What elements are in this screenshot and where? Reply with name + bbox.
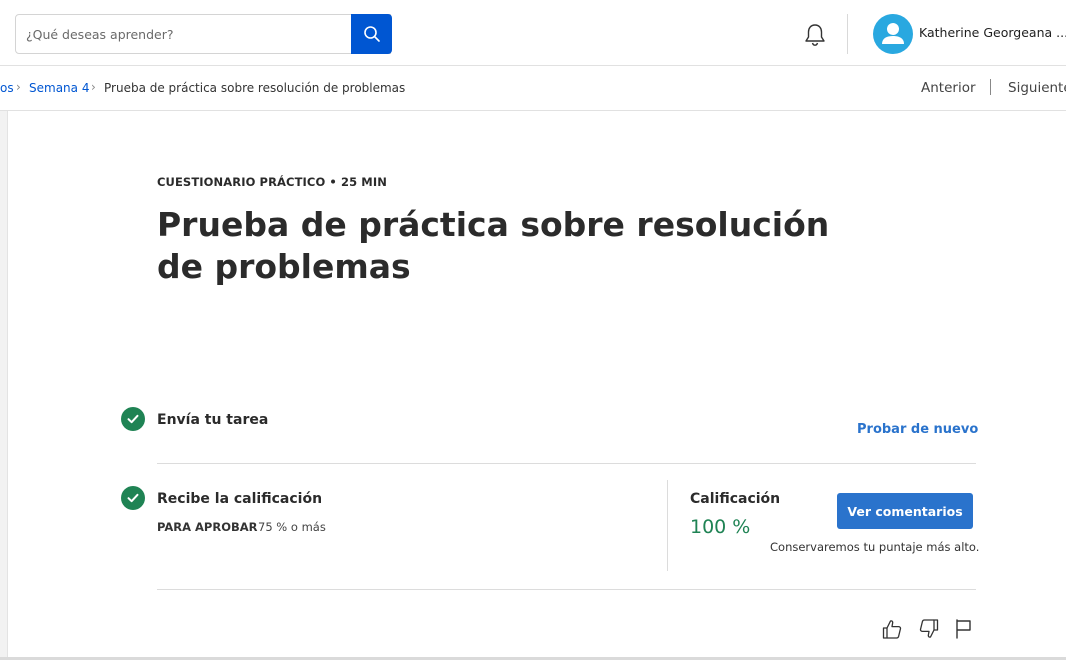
breadcrumb-item-current: Prueba de práctica sobre resolución de p… xyxy=(104,81,406,95)
header-divider xyxy=(847,14,848,54)
search-icon xyxy=(363,26,380,42)
chevron-right-icon: › xyxy=(16,80,21,94)
grade-value: 100 % xyxy=(690,516,751,538)
breadcrumb-item-week[interactable]: Semana 4 xyxy=(29,81,89,95)
pass-value: 75 % o más xyxy=(258,520,326,534)
breadcrumb-item-course[interactable]: os xyxy=(0,81,14,95)
thumbs-down-icon[interactable] xyxy=(918,618,940,640)
bell-icon[interactable] xyxy=(802,22,828,48)
section-divider xyxy=(157,463,976,464)
top-header: Katherine Georgeana ... xyxy=(0,0,1066,66)
user-icon xyxy=(882,23,904,44)
page-title: Prueba de práctica sobre resolución de p… xyxy=(157,205,830,286)
search-button[interactable] xyxy=(351,14,392,54)
grade-divider xyxy=(667,480,668,571)
highest-score-note: Conservaremos tu puntaje más alto. xyxy=(770,540,980,554)
search-bar xyxy=(15,14,392,54)
avatar[interactable] xyxy=(873,14,913,54)
flag-icon[interactable] xyxy=(953,618,975,640)
breadcrumb: os › Semana 4 › Prueba de práctica sobre… xyxy=(0,66,1066,111)
check-circle-icon xyxy=(121,486,145,510)
step-submit-title: Envía tu tarea xyxy=(157,412,269,428)
step-grade-title: Recibe la calificación xyxy=(157,491,323,507)
search-input[interactable] xyxy=(16,15,352,53)
user-name[interactable]: Katherine Georgeana ... xyxy=(919,25,1066,40)
nav-divider xyxy=(990,79,991,95)
previous-link[interactable]: Anterior xyxy=(921,80,976,96)
item-type-label: CUESTIONARIO PRÁCTICO • 25 MIN xyxy=(157,175,387,189)
grade-label: Calificación xyxy=(690,491,781,507)
check-circle-icon xyxy=(121,407,145,431)
view-feedback-button[interactable]: Ver comentarios xyxy=(837,493,973,529)
retry-link[interactable]: Probar de nuevo xyxy=(857,422,978,437)
section-divider xyxy=(157,589,976,590)
next-link[interactable]: Siguiente xyxy=(1008,80,1066,96)
left-rail xyxy=(0,111,8,660)
pass-label: PARA APROBAR xyxy=(157,520,258,534)
chevron-right-icon: › xyxy=(91,80,96,94)
thumbs-up-icon[interactable] xyxy=(881,618,903,640)
